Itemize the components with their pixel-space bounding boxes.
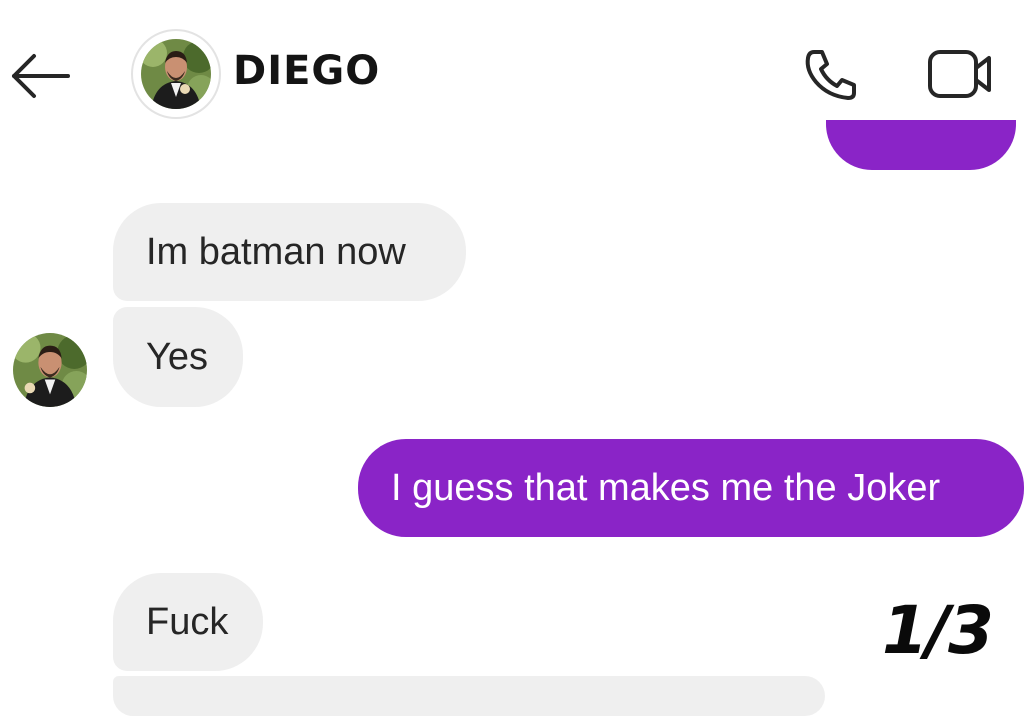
avatar-photo: [141, 39, 211, 109]
arrow-left-icon: [12, 54, 70, 98]
outgoing-message[interactable]: I guess that makes me the Joker: [358, 439, 1024, 537]
video-camera-icon: [928, 50, 991, 98]
incoming-message[interactable]: Im batman now: [113, 203, 466, 301]
phone-icon: [805, 50, 856, 100]
page-indicator: 1/3: [882, 592, 994, 669]
video-call-button[interactable]: [925, 46, 997, 102]
contact-avatar[interactable]: [131, 29, 221, 119]
previous-sent-bubble: [826, 120, 1016, 170]
message-text: I guess that makes me the Joker: [391, 467, 941, 509]
contact-name[interactable]: DIEGO: [233, 48, 380, 94]
voice-call-button[interactable]: [800, 46, 862, 102]
message-text: Yes: [146, 336, 208, 378]
sender-avatar[interactable]: [13, 333, 87, 407]
message-text: Fuck: [146, 601, 229, 643]
incoming-message[interactable]: Fuck: [113, 573, 263, 671]
back-button[interactable]: [8, 48, 74, 104]
next-incoming-bubble: [113, 676, 825, 716]
incoming-message[interactable]: Yes: [113, 307, 243, 407]
message-text: Im batman now: [146, 231, 406, 273]
